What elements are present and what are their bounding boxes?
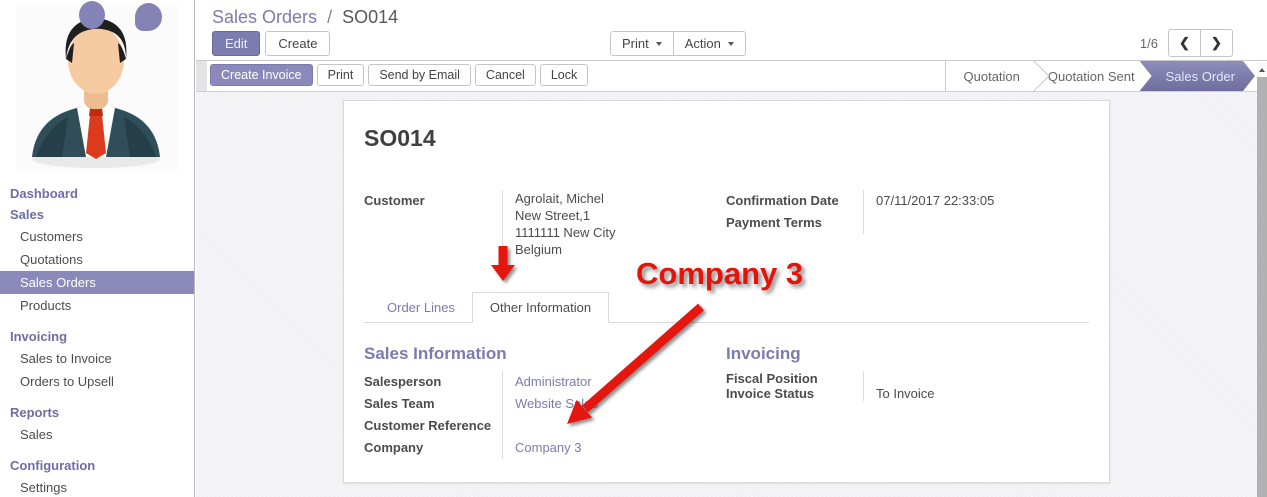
sidebar-item-customers[interactable]: Customers xyxy=(0,225,194,248)
action-dropdown-label: Action xyxy=(685,36,721,51)
lock-button[interactable]: Lock xyxy=(540,64,588,86)
breadcrumb: Sales Orders / SO014 xyxy=(196,0,1267,28)
action-buttons: Print Action xyxy=(610,31,746,56)
salesperson-label: Salesperson xyxy=(364,371,502,393)
pager-next-button[interactable]: ❯ xyxy=(1200,29,1233,57)
sidebar-item-sales-report[interactable]: Sales xyxy=(0,423,194,446)
status-row: Create Invoice Print Send by Email Cance… xyxy=(196,61,1267,92)
customer-address-line: Belgium xyxy=(515,241,716,258)
vertical-scrollbar[interactable] xyxy=(1257,62,1267,497)
record-title: SO014 xyxy=(364,125,1089,152)
scroll-up-icon xyxy=(1259,68,1265,72)
form-sheet: SO014 Customer Agrolait, Michel New Stre… xyxy=(343,100,1110,483)
scrollbar-thumb[interactable] xyxy=(1257,77,1267,497)
invoice-status-value: To Invoice xyxy=(876,386,1089,401)
main-area: Sales Orders / SO014 Edit Create Print A… xyxy=(196,0,1267,497)
customer-address-line: 1111111 New City xyxy=(515,224,716,241)
caret-down-icon xyxy=(728,42,734,46)
other-information-page: Sales Information Salesperson Sales Team… xyxy=(364,344,1089,459)
fiscal-position-label: Fiscal Position xyxy=(726,371,863,386)
sales-information-fieldgroup: Salesperson Sales Team Customer Referenc… xyxy=(364,371,716,459)
sidebar-heading-invoicing[interactable]: Invoicing xyxy=(0,326,194,347)
invoicing-heading: Invoicing xyxy=(726,344,1089,364)
create-invoice-button[interactable]: Create Invoice xyxy=(210,64,313,86)
sidebar-heading-dashboard[interactable]: Dashboard xyxy=(0,183,194,204)
send-by-email-button[interactable]: Send by Email xyxy=(368,64,471,86)
sidebar-heading-reports[interactable]: Reports xyxy=(0,402,194,423)
sheet-bottom-divider xyxy=(364,483,1089,484)
tab-other-information[interactable]: Other Information xyxy=(472,292,609,323)
avatar xyxy=(16,5,177,171)
sidebar-item-orders-to-upsell[interactable]: Orders to Upsell xyxy=(0,370,194,393)
payment-terms-value xyxy=(876,212,1089,234)
sales-team-label: Sales Team xyxy=(364,393,502,415)
create-button[interactable]: Create xyxy=(265,31,330,56)
pager-previous-button[interactable]: ❮ xyxy=(1168,29,1201,57)
sales-information-heading: Sales Information xyxy=(364,344,716,364)
invoicing-fieldgroup: Fiscal Position Invoice Status To Invoic… xyxy=(726,371,1089,401)
sidebar-item-quotations[interactable]: Quotations xyxy=(0,248,194,271)
notebook-tabs: Order Lines Other Information xyxy=(364,292,1089,323)
company-label: Company xyxy=(364,437,502,459)
print-dropdown-button[interactable]: Print xyxy=(610,31,674,56)
sidebar-item-settings[interactable]: Settings xyxy=(0,476,194,497)
print-button[interactable]: Print xyxy=(317,64,365,86)
record-buttons: Edit Create xyxy=(212,31,330,56)
customer-address-line: New Street,1 xyxy=(515,207,716,224)
state-sales-order[interactable]: Sales Order xyxy=(1140,61,1255,91)
fiscal-position-value xyxy=(876,371,1089,386)
control-panel: Sales Orders / SO014 Edit Create Print A… xyxy=(196,0,1267,61)
pager-value: 1/6 xyxy=(1140,36,1158,51)
salesperson-link[interactable]: Administrator xyxy=(515,371,716,393)
breadcrumb-separator: / xyxy=(327,7,332,27)
customer-fieldgroup: Customer Agrolait, Michel New Street,1 1… xyxy=(364,190,716,258)
action-dropdown-button[interactable]: Action xyxy=(673,31,746,56)
chevron-left-icon: ❮ xyxy=(1179,35,1190,51)
customer-reference-label: Customer Reference xyxy=(364,415,502,437)
decorative-circle-icon xyxy=(135,3,162,31)
invoice-status-label: Invoice Status xyxy=(726,386,863,401)
chevron-right-icon: ❯ xyxy=(1211,35,1222,51)
top-field-groups: Customer Agrolait, Michel New Street,1 1… xyxy=(364,190,1089,258)
company-link[interactable]: Company 3 xyxy=(515,437,716,459)
statusbar-pipeline: Quotation Quotation Sent Sales Order xyxy=(945,61,1255,91)
scrollbar-up-button[interactable] xyxy=(1257,62,1267,77)
confirmation-date-value: 07/11/2017 22:33:05 xyxy=(876,190,1089,212)
pager: 1/6 ❮ ❯ xyxy=(1140,29,1233,57)
customer-label: Customer xyxy=(364,190,502,212)
breadcrumb-parent-link[interactable]: Sales Orders xyxy=(212,7,317,27)
payment-terms-label: Payment Terms xyxy=(726,212,863,234)
app-window: Dashboard Sales Customers Quotations Sal… xyxy=(0,0,1267,497)
content-area: SO014 Customer Agrolait, Michel New Stre… xyxy=(196,92,1267,497)
decorative-circle-icon xyxy=(79,1,105,29)
customer-reference-value xyxy=(515,415,716,437)
confirmation-date-label: Confirmation Date xyxy=(726,190,863,212)
sidebar: Dashboard Sales Customers Quotations Sal… xyxy=(0,0,195,497)
print-dropdown-label: Print xyxy=(622,36,649,51)
sidebar-item-sales-to-invoice[interactable]: Sales to Invoice xyxy=(0,347,194,370)
customer-link[interactable]: Agrolait, Michel xyxy=(515,190,716,207)
sidebar-nav: Dashboard Sales Customers Quotations Sal… xyxy=(0,183,194,497)
workflow-buttons: Create Invoice Print Send by Email Cance… xyxy=(210,64,588,86)
sidebar-item-products[interactable]: Products xyxy=(0,294,194,317)
sidebar-heading-configuration[interactable]: Configuration xyxy=(0,455,194,476)
cancel-button[interactable]: Cancel xyxy=(475,64,536,86)
sales-team-link[interactable]: Website Sales xyxy=(515,393,716,415)
breadcrumb-current: SO014 xyxy=(342,7,398,27)
caret-down-icon xyxy=(656,42,662,46)
dates-fieldgroup: Confirmation Date Payment Terms 07/11/20… xyxy=(726,190,1089,234)
tab-order-lines[interactable]: Order Lines xyxy=(370,293,472,322)
status-row-notch xyxy=(196,61,207,91)
sidebar-item-sales-orders[interactable]: Sales Orders xyxy=(0,271,194,294)
edit-button[interactable]: Edit xyxy=(212,31,260,56)
sidebar-heading-sales[interactable]: Sales xyxy=(0,204,194,225)
